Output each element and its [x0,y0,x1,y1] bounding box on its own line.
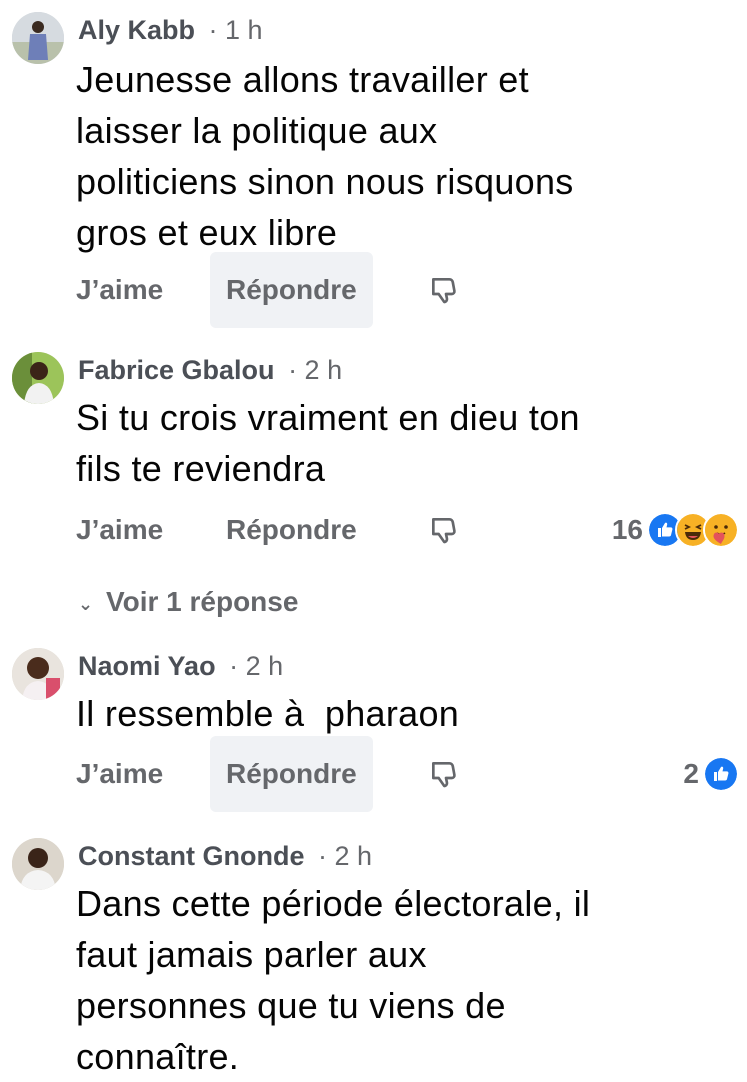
reply-button[interactable]: Répondre [210,492,373,568]
avatar-image [12,648,64,700]
comment-text: Il ressemble à pharaon [76,688,726,739]
view-replies-link[interactable]: ⌄ Voir 1 réponse [78,580,298,624]
like-reaction-icon [703,756,739,792]
dislike-icon [432,518,456,544]
chevron-down-icon: ⌄ [78,593,94,614]
comment-line: gros et eux libre [76,212,338,253]
avatar-image [12,838,64,890]
timestamp[interactable]: · 2 h [288,355,342,385]
author-name[interactable]: Constant Gnonde [78,841,304,871]
comment-actions: J’aime Répondre 16 [0,492,747,568]
avatar[interactable] [12,12,64,64]
comment-header: Fabrice Gbalou · 2 h [78,350,342,390]
like-button[interactable]: J’aime [76,492,163,568]
reaction-summary[interactable]: 16 [612,492,739,568]
comment-text: Jeunesse allons travailler et laisser la… [76,54,726,258]
comment-line: laisser la politique aux [76,110,438,151]
comment-line: Si tu crois vraiment en dieu ton [76,397,580,438]
timestamp[interactable]: · 2 h [229,651,283,681]
comment-line: Jeunesse allons travailler et [76,59,529,100]
view-replies-label: Voir 1 réponse [106,586,299,617]
dislike-button[interactable] [424,736,464,812]
comment-line: connaître. [76,1036,240,1077]
reaction-count: 16 [611,514,643,545]
timestamp[interactable]: · 2 h [318,841,372,871]
dislike-icon [432,762,456,788]
dislike-button[interactable] [424,492,464,568]
like-button[interactable]: J’aime [76,252,163,328]
care-reaction-icon [703,512,739,548]
reaction-count: 2 [683,758,699,789]
comment-header: Constant Gnonde · 2 h [78,836,372,876]
comment-actions: J’aime Répondre [0,252,747,328]
reply-button[interactable]: Répondre [210,252,373,328]
avatar-image [12,12,64,64]
dislike-icon [432,278,456,304]
avatar[interactable] [12,648,64,700]
comment-text: Si tu crois vraiment en dieu ton fils te… [76,392,726,494]
avatar[interactable] [12,838,64,890]
reply-button[interactable]: Répondre [210,736,373,812]
timestamp[interactable]: · 1 h [209,15,263,45]
comment-header: Aly Kabb · 1 h [78,10,263,50]
avatar[interactable] [12,352,64,404]
like-button[interactable]: J’aime [76,736,163,812]
comment-line: Il ressemble à pharaon [76,693,460,734]
reaction-summary[interactable]: 2 [683,736,739,812]
author-name[interactable]: Naomi Yao [78,651,216,681]
comment-line: personnes que tu viens de [76,985,506,1026]
comment-text: Dans cette période électorale, il faut j… [76,878,726,1082]
author-name[interactable]: Fabrice Gbalou [78,355,275,385]
comment-line: politiciens sinon nous risquons [76,161,574,202]
comment-line: fils te reviendra [76,448,326,489]
comment-actions: J’aime Répondre 2 [0,736,747,812]
comment-line: Dans cette période électorale, il [76,883,591,924]
comment-header: Naomi Yao · 2 h [78,646,283,686]
author-name[interactable]: Aly Kabb [78,15,195,45]
dislike-button[interactable] [424,252,464,328]
comment-line: faut jamais parler aux [76,934,427,975]
avatar-image [12,352,64,404]
